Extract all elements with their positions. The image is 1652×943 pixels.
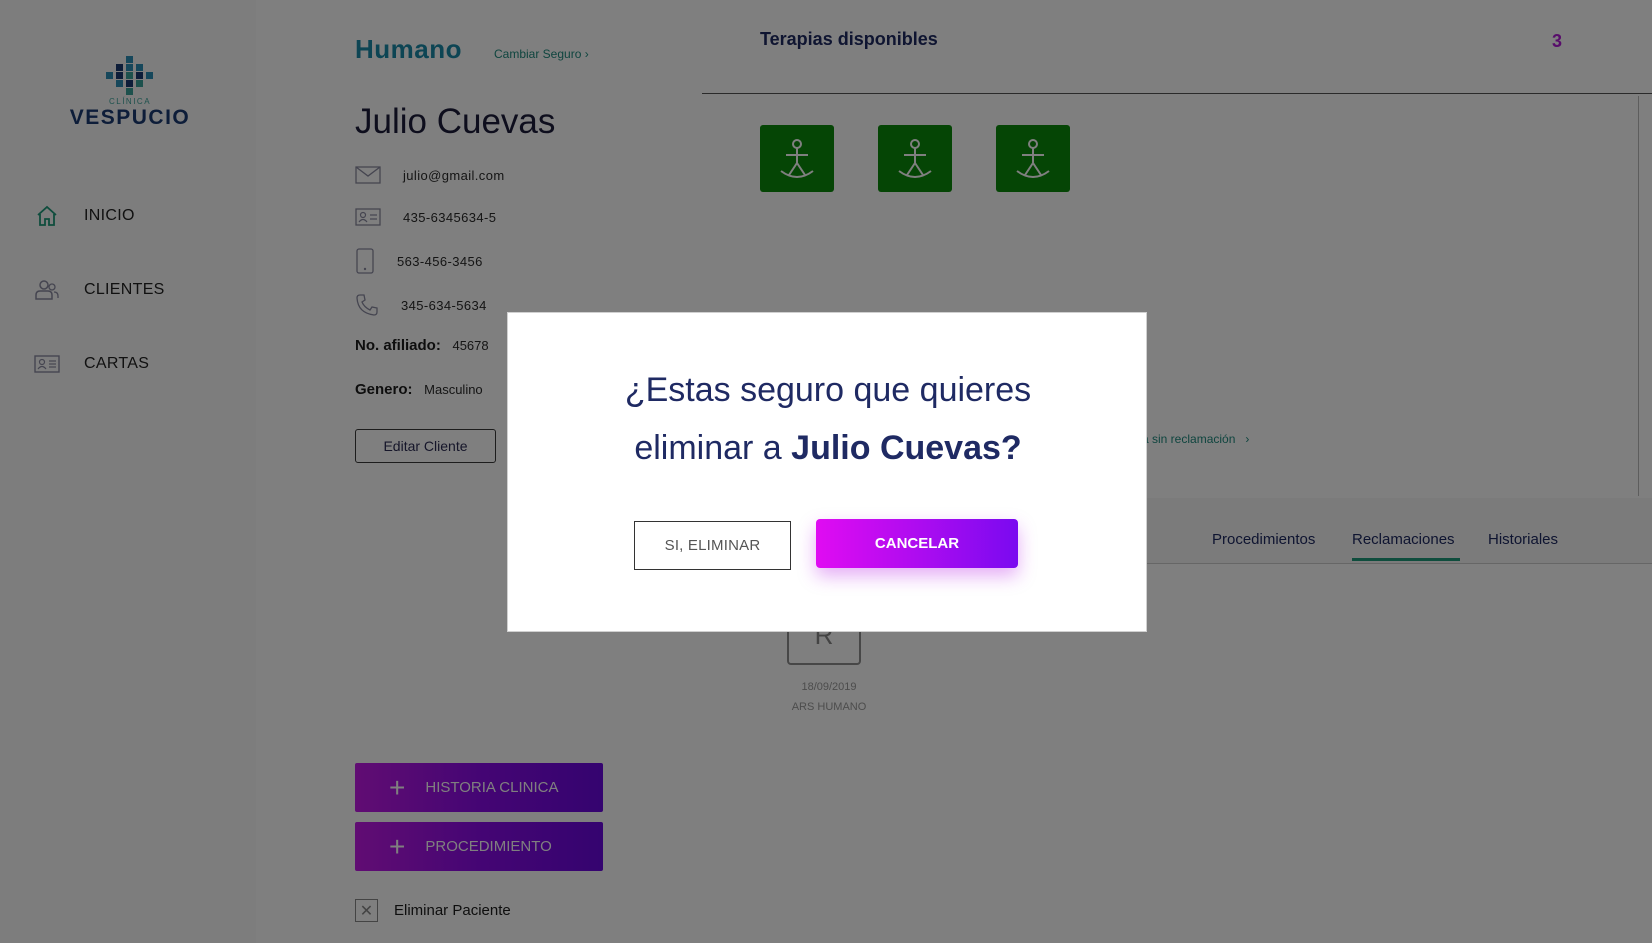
- cancel-button[interactable]: CANCELAR: [816, 519, 1018, 568]
- dialog-question-line1: ¿Estas seguro que quieres: [624, 371, 1032, 409]
- dialog-question-prefix: eliminar a: [634, 429, 782, 467]
- app-root: CLÍNICA VESPUCIO INICIO CLIENTES CARTAS …: [0, 0, 1652, 943]
- dialog-patient-name: Julio Cuevas?: [791, 429, 1022, 467]
- delete-confirm-dialog: ¿Estas seguro que quieres eliminar a Jul…: [507, 312, 1147, 632]
- confirm-delete-button[interactable]: SI, ELIMINAR: [634, 521, 791, 570]
- dialog-question: ¿Estas seguro que quieres eliminar a Jul…: [508, 361, 1148, 477]
